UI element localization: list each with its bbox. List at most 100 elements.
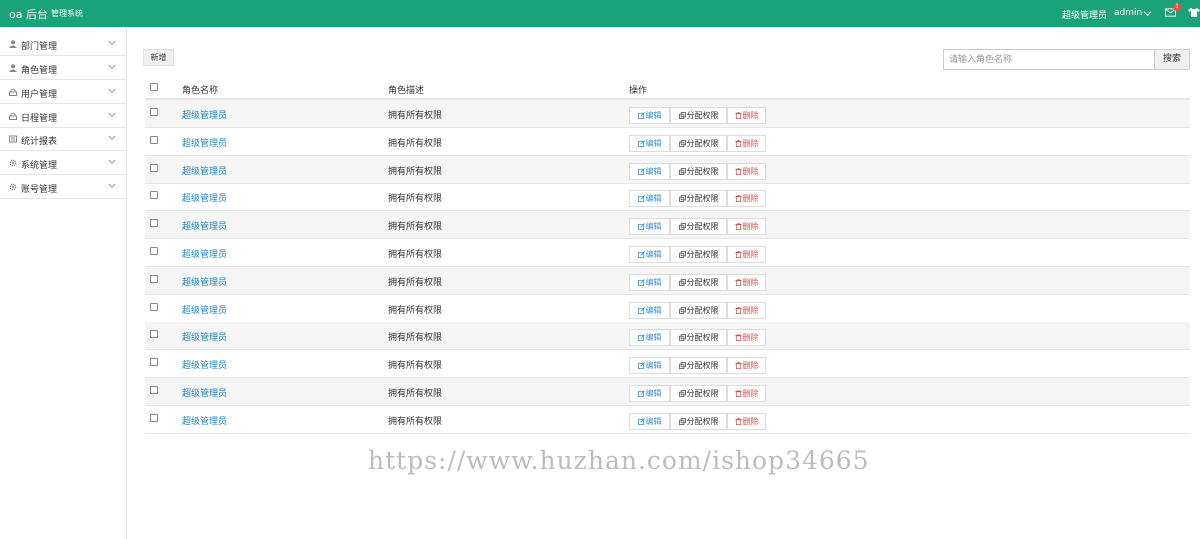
row-checkbox[interactable]: [150, 330, 158, 339]
edit-button[interactable]: 编辑: [629, 385, 670, 402]
assign-permission-button[interactable]: 分配权限: [670, 190, 727, 208]
row-checkbox[interactable]: [150, 302, 158, 311]
assign-label: 分配权限: [686, 305, 719, 315]
assign-permission-button[interactable]: 分配权限: [670, 134, 727, 152]
delete-button[interactable]: 删除: [727, 357, 766, 375]
delete-button[interactable]: 删除: [727, 190, 766, 208]
assign-permission-button[interactable]: 分配权限: [670, 301, 727, 319]
sidebar: 部门管理 角色管理 用户管理 日程管理 统计报表 系统管理 账号管理: [0, 27, 127, 539]
delete-button[interactable]: 删除: [727, 218, 766, 236]
copy-icon: [678, 362, 686, 370]
role-name-link[interactable]: 超级管理员: [182, 358, 227, 371]
user-role[interactable]: 超级管理员: [1062, 8, 1107, 21]
row-checkbox[interactable]: [150, 219, 158, 228]
select-all-checkbox[interactable]: [150, 83, 158, 91]
row-checkbox[interactable]: [150, 163, 158, 172]
row-checkbox[interactable]: [150, 135, 158, 144]
assign-permission-button[interactable]: 分配权限: [670, 107, 727, 124]
trash-icon: [734, 417, 742, 425]
edit-label: 编辑: [645, 222, 662, 232]
assign-label: 分配权限: [686, 138, 719, 148]
edit-button[interactable]: 编辑: [629, 357, 670, 375]
edit-button[interactable]: 编辑: [629, 246, 670, 263]
edit-button[interactable]: 编辑: [629, 134, 670, 152]
role-name-link[interactable]: 超级管理员: [182, 303, 227, 316]
role-name-link[interactable]: 超级管理员: [182, 136, 227, 149]
shirt-icon[interactable]: [1188, 8, 1200, 17]
row-checkbox[interactable]: [150, 386, 158, 394]
edit-button[interactable]: 编辑: [629, 301, 670, 319]
assign-permission-button[interactable]: 分配权限: [670, 329, 727, 347]
sidebar-item-reports[interactable]: 统计报表: [0, 127, 126, 151]
copy-icon: [678, 417, 686, 425]
role-name-link[interactable]: 超级管理员: [182, 164, 227, 177]
copy-icon: [678, 112, 686, 119]
sidebar-item-system[interactable]: 系统管理: [0, 151, 126, 175]
sidebar-item-label: 账号管理: [21, 185, 58, 195]
sidebar-item-role[interactable]: 角色管理: [0, 56, 126, 80]
table-row: 超级管理员 拥有所有权限 编辑 分配权限 删除: [145, 211, 1190, 240]
role-description: 拥有所有权限: [388, 277, 443, 288]
row-checkbox[interactable]: [150, 108, 158, 116]
role-name-link[interactable]: 超级管理员: [182, 247, 227, 260]
row-checkbox[interactable]: [150, 247, 158, 255]
brand-title[interactable]: oa 后台: [9, 6, 48, 22]
row-checkbox[interactable]: [150, 191, 158, 200]
chevron-down-icon[interactable]: [1143, 9, 1152, 18]
delete-button[interactable]: 删除: [727, 246, 766, 263]
role-name-link[interactable]: 超级管理员: [182, 191, 227, 204]
row-checkbox[interactable]: [150, 413, 158, 422]
edit-icon: [637, 139, 645, 147]
delete-button[interactable]: 删除: [727, 385, 766, 402]
delete-button[interactable]: 删除: [727, 134, 766, 152]
sidebar-item-label: 统计报表: [21, 137, 58, 147]
edit-icon: [637, 390, 645, 397]
edit-button[interactable]: 编辑: [629, 190, 670, 208]
sidebar-item-account[interactable]: 账号管理: [0, 175, 126, 199]
delete-button[interactable]: 删除: [727, 273, 766, 291]
delete-label: 删除: [742, 389, 759, 398]
sidebar-item-user[interactable]: 用户管理: [0, 80, 126, 104]
edit-button[interactable]: 编辑: [629, 412, 670, 430]
edit-button[interactable]: 编辑: [629, 273, 670, 291]
role-name-link[interactable]: 超级管理员: [182, 275, 227, 288]
edit-button[interactable]: 编辑: [629, 218, 670, 236]
trash-icon: [734, 251, 742, 258]
delete-button[interactable]: 删除: [727, 162, 766, 180]
delete-label: 删除: [742, 416, 759, 426]
delete-button[interactable]: 删除: [727, 329, 766, 347]
role-name-link[interactable]: 超级管理员: [182, 219, 227, 232]
sidebar-item-department[interactable]: 部门管理: [0, 32, 126, 56]
delete-label: 删除: [742, 250, 759, 259]
user-name[interactable]: admin: [1114, 8, 1142, 18]
role-name-link[interactable]: 超级管理员: [182, 108, 227, 121]
assign-label: 分配权限: [686, 361, 719, 371]
assign-permission-button[interactable]: 分配权限: [670, 246, 727, 263]
copy-icon: [678, 167, 686, 175]
assign-permission-button[interactable]: 分配权限: [670, 218, 727, 236]
edit-button[interactable]: 编辑: [629, 107, 670, 124]
delete-button[interactable]: 删除: [727, 412, 766, 430]
assign-permission-button[interactable]: 分配权限: [670, 385, 727, 402]
search-input[interactable]: [943, 49, 1155, 70]
assign-permission-button[interactable]: 分配权限: [670, 273, 727, 291]
assign-permission-button[interactable]: 分配权限: [670, 162, 727, 180]
search-button[interactable]: 搜索: [1155, 49, 1190, 70]
sidebar-item-schedule[interactable]: 日程管理: [0, 104, 126, 128]
assign-permission-button[interactable]: 分配权限: [670, 357, 727, 375]
delete-button[interactable]: 删除: [727, 301, 766, 319]
delete-label: 删除: [742, 333, 759, 343]
row-checkbox[interactable]: [150, 274, 158, 283]
delete-label: 删除: [742, 194, 759, 204]
delete-button[interactable]: 删除: [727, 107, 766, 124]
assign-permission-button[interactable]: 分配权限: [670, 412, 727, 430]
role-name-link[interactable]: 超级管理员: [182, 386, 227, 399]
add-button[interactable]: 新增: [143, 49, 174, 66]
table-row: 超级管理员 拥有所有权限 编辑 分配权限 删除: [145, 266, 1190, 295]
edit-button[interactable]: 编辑: [629, 162, 670, 180]
row-checkbox[interactable]: [150, 358, 158, 367]
edit-button[interactable]: 编辑: [629, 329, 670, 347]
role-name-link[interactable]: 超级管理员: [182, 330, 227, 343]
trash-icon: [734, 139, 742, 147]
role-name-link[interactable]: 超级管理员: [182, 414, 227, 427]
